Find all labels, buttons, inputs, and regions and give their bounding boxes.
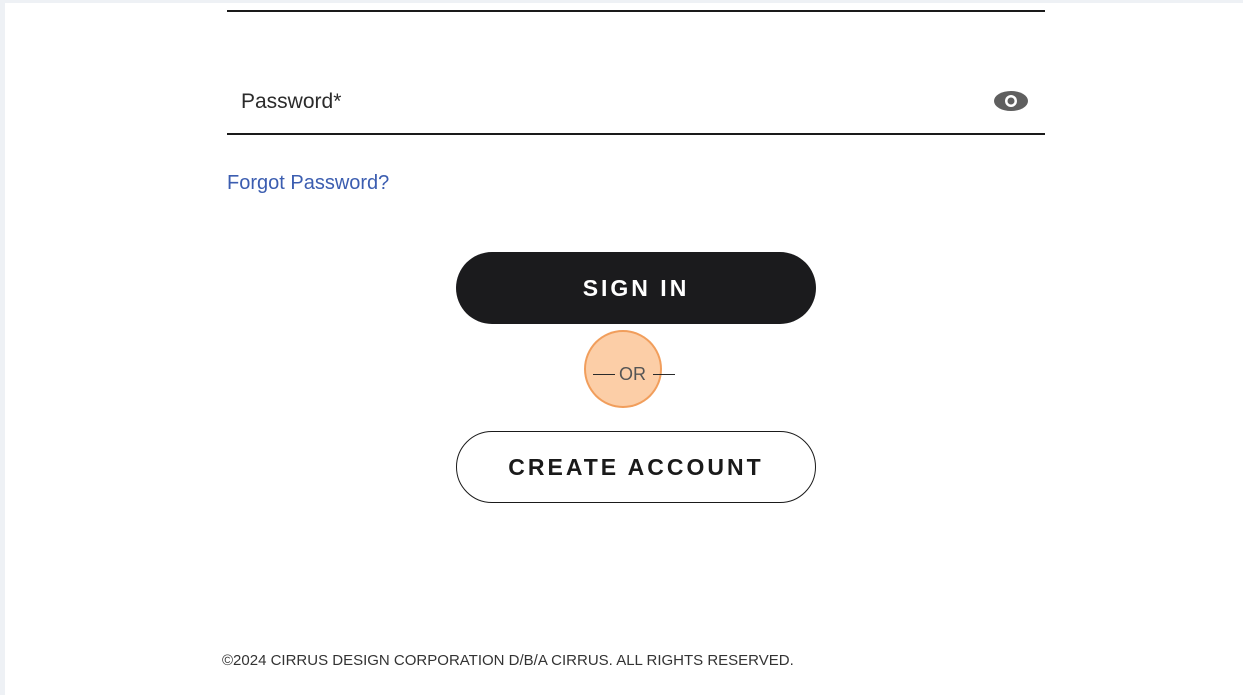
- password-field[interactable]: Password*: [227, 73, 1045, 135]
- or-divider: OR: [591, 362, 681, 386]
- forgot-password-link[interactable]: Forgot Password?: [227, 172, 389, 195]
- or-text: OR: [619, 364, 646, 384]
- sign-in-button[interactable]: SIGN IN: [456, 252, 816, 324]
- sign-in-page: Password* Forgot Password? SIGN IN OR CR…: [5, 3, 1243, 695]
- divider-line-right: [653, 374, 675, 375]
- eye-icon[interactable]: [993, 89, 1029, 113]
- divider-line-left: [593, 374, 615, 375]
- copyright-footer: ©2024 CIRRUS DESIGN CORPORATION D/B/A CI…: [222, 652, 794, 669]
- password-label: Password*: [241, 90, 342, 113]
- create-account-button[interactable]: CREATE ACCOUNT: [456, 431, 816, 503]
- email-field-underline: [227, 10, 1045, 12]
